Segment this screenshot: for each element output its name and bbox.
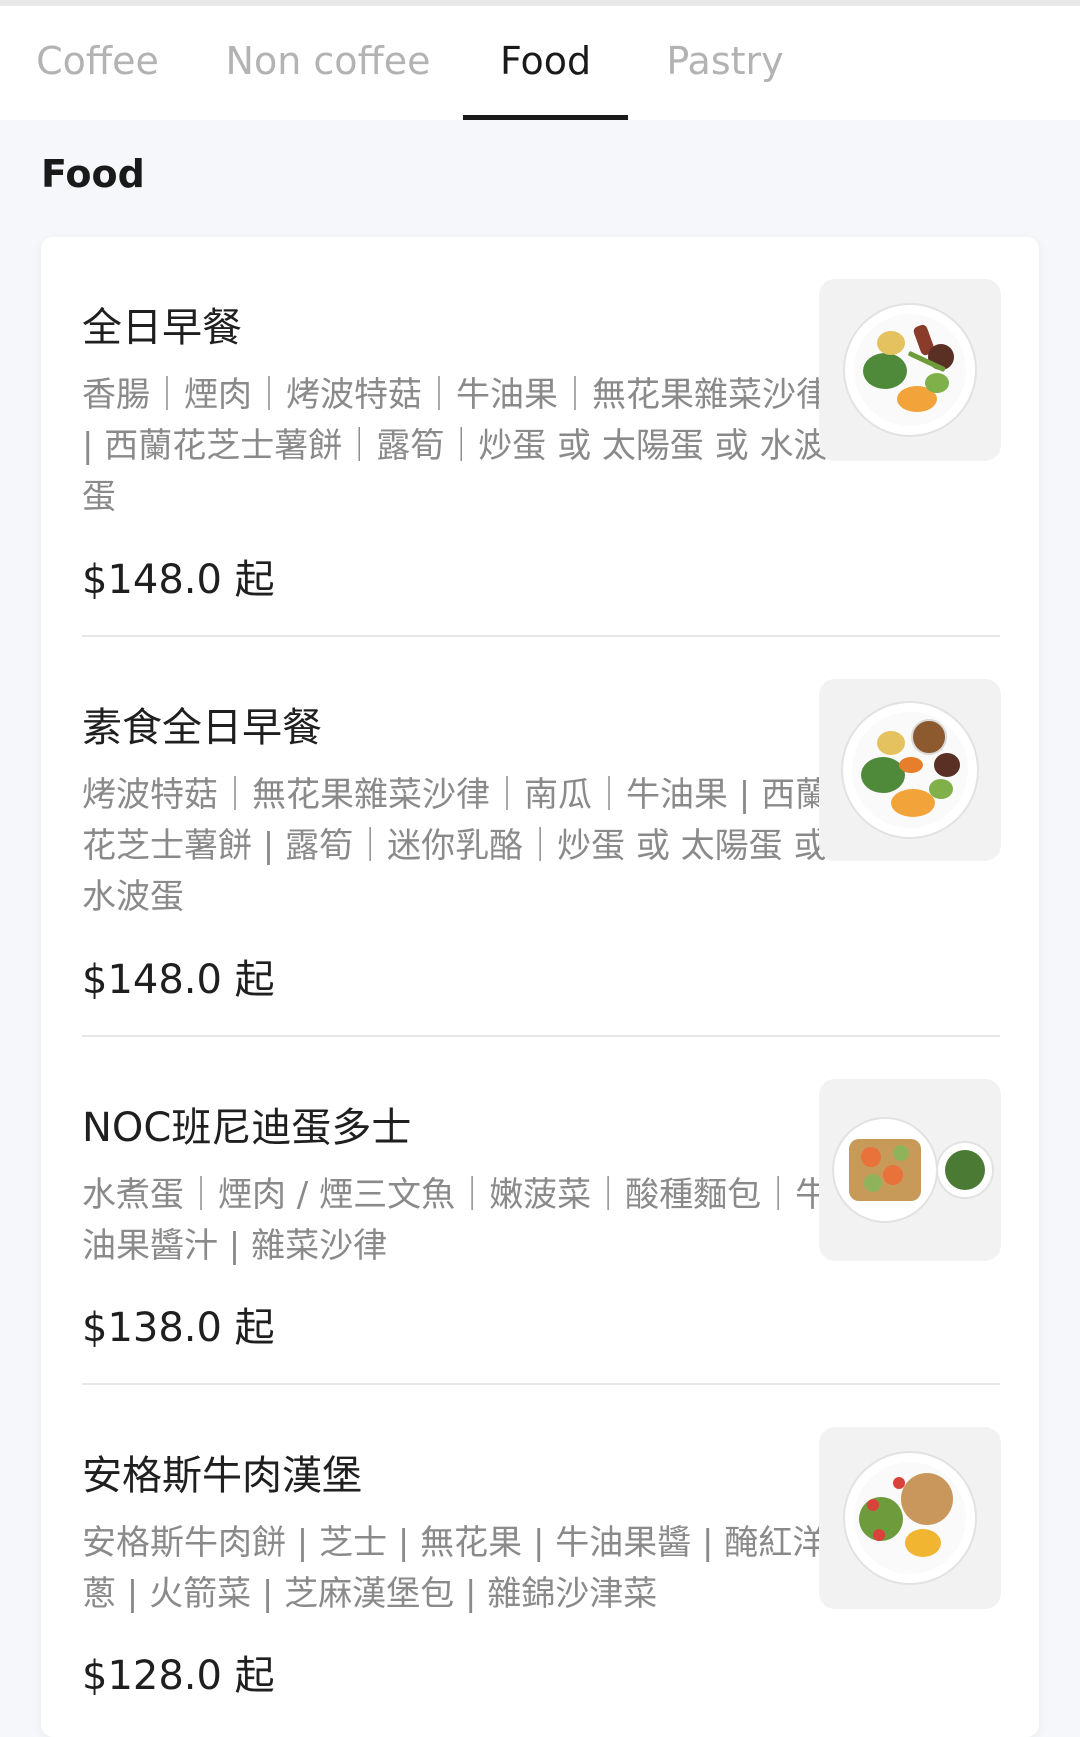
eggs-benedict-toast-image xyxy=(819,1079,1001,1261)
item-description: 水煮蛋｜煙肉 / 煙三文魚｜嫩菠菜｜酸種麵包｜牛油果醬汁 | 雜菜沙律 xyxy=(82,1175,830,1266)
tab-food[interactable]: Food xyxy=(463,6,628,120)
menu-item-vegetarian-breakfast[interactable]: 素食全日早餐 烤波特菇｜無花果雜菜沙律｜南瓜｜牛油果 | 西蘭花芝士薯餅 | 露… xyxy=(41,637,1039,1037)
menu-item-eggs-benedict-toast[interactable]: NOC班尼迪蛋多士 水煮蛋｜煙肉 / 煙三文魚｜嫩菠菜｜酸種麵包｜牛油果醬汁 |… xyxy=(41,1037,1039,1385)
item-description: 安格斯牛肉餅 | 芝士 | 無花果 | 牛油果醬 | 醃紅洋蔥 | 火箭菜 | … xyxy=(82,1523,827,1614)
tab-label: Coffee xyxy=(36,39,159,83)
tab-label: Non coffee xyxy=(225,39,431,83)
item-name: NOC班尼迪蛋多士 xyxy=(82,1105,412,1151)
tab-non-coffee[interactable]: Non coffee xyxy=(218,6,438,120)
item-price: $128.0 起 xyxy=(82,1653,275,1699)
item-name: 安格斯牛肉漢堡 xyxy=(82,1453,362,1499)
item-price: $148.0 起 xyxy=(82,957,275,1003)
item-price: $138.0 起 xyxy=(82,1305,275,1351)
tab-underline xyxy=(463,115,628,120)
breakfast-plate-image xyxy=(819,279,1001,461)
item-name: 全日早餐 xyxy=(82,305,242,351)
menu-item-full-breakfast[interactable]: 全日早餐 香腸｜煙肉｜烤波特菇｜牛油果｜無花果雜菜沙律 | 西蘭花芝士薯餅｜露筍… xyxy=(41,237,1039,637)
tab-coffee[interactable]: Coffee xyxy=(20,6,175,120)
menu-item-angus-burger[interactable]: 安格斯牛肉漢堡 安格斯牛肉餅 | 芝士 | 無花果 | 牛油果醬 | 醃紅洋蔥 … xyxy=(41,1385,1039,1737)
item-description: 烤波特菇｜無花果雜菜沙律｜南瓜｜牛油果 | 西蘭花芝士薯餅 | 露筍｜迷你乳酪｜… xyxy=(82,775,830,917)
tab-pastry[interactable]: Pastry xyxy=(655,6,795,120)
tab-label: Pastry xyxy=(666,39,784,83)
item-description: 香腸｜煙肉｜烤波特菇｜牛油果｜無花果雜菜沙律 | 西蘭花芝士薯餅｜露筍｜炒蛋 或… xyxy=(82,375,830,517)
vegetarian-breakfast-plate-image xyxy=(819,679,1001,861)
item-price: $148.0 起 xyxy=(82,557,275,603)
item-name: 素食全日早餐 xyxy=(82,705,322,751)
tab-label: Food xyxy=(499,39,592,83)
angus-burger-plate-image xyxy=(819,1427,1001,1609)
section-title: Food xyxy=(41,152,145,196)
menu-card: 全日早餐 香腸｜煙肉｜烤波特菇｜牛油果｜無花果雜菜沙律 | 西蘭花芝士薯餅｜露筍… xyxy=(41,237,1039,1737)
category-tab-bar: Coffee Non coffee Food Pastry xyxy=(0,6,1080,120)
